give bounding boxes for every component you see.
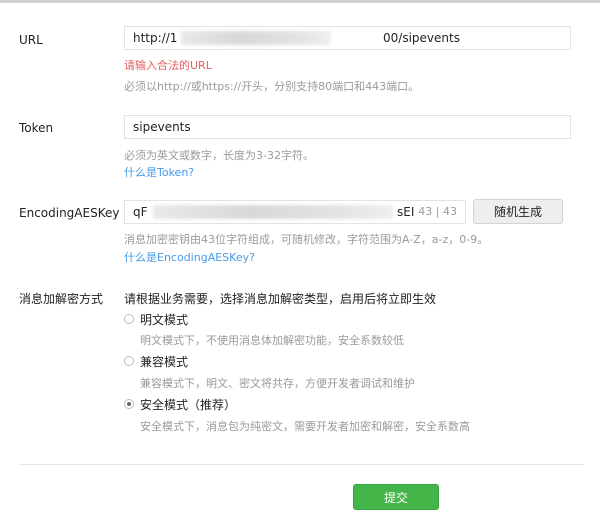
radio-secure-mode[interactable] <box>124 399 134 409</box>
encryption-mode-label: 消息加解密方式 <box>19 292 104 306</box>
redacted-region <box>153 205 393 219</box>
url-value-suffix: 00/sipevents <box>383 31 460 45</box>
option-plaintext-mode-desc: 明文模式下，不使用消息体加解密功能，安全系数较低 <box>140 334 404 347</box>
random-generate-button[interactable]: 随机生成 <box>473 199 563 224</box>
submit-button[interactable]: 提交 <box>353 484 439 510</box>
radio-compatible-mode[interactable] <box>124 356 134 366</box>
aes-key-input[interactable]: qF sEI 43 | 43 <box>124 200 466 224</box>
token-label: Token <box>19 121 54 135</box>
radio-plaintext-mode[interactable] <box>124 314 134 324</box>
aes-key-value-prefix: qF <box>133 205 148 219</box>
token-value: sipevents <box>133 120 191 134</box>
token-hint: 必须为英文或数字，长度为3-32字符。 <box>124 149 314 162</box>
url-hint: 必须以http://或https://开头，分别支持80端口和443端口。 <box>124 80 420 93</box>
aes-key-value-suffix: sEI <box>397 205 415 219</box>
option-compatible-mode-desc: 兼容模式下，明文、密文将共存，方便开发者调试和维护 <box>140 377 415 390</box>
redacted-region <box>181 31 331 45</box>
option-plaintext-mode-label[interactable]: 明文模式 <box>140 311 188 328</box>
token-input[interactable]: sipevents <box>124 115 571 139</box>
aes-key-label: EncodingAESKey <box>19 206 120 220</box>
url-label: URL <box>19 33 43 47</box>
url-error-message: 请输入合法的URL <box>124 59 212 72</box>
aes-key-counter: 43 | 43 <box>418 205 457 218</box>
option-compatible-mode-label[interactable]: 兼容模式 <box>140 353 188 370</box>
url-value-prefix: http://1 <box>133 31 178 45</box>
option-secure-mode-label[interactable]: 安全模式（推荐） <box>140 396 236 413</box>
aes-key-hint: 消息加密密钥由43位字符组成，可随机修改，字符范围为A-Z，a-z，0-9。 <box>124 233 489 246</box>
top-border <box>0 0 600 3</box>
token-help-link[interactable]: 什么是Token? <box>124 164 194 180</box>
encryption-intro: 请根据业务需要，选择消息加解密类型，启用后将立即生效 <box>124 292 437 306</box>
url-input[interactable]: http://1 00/sipevents <box>124 26 571 50</box>
option-secure-mode-desc: 安全模式下，消息包为纯密文，需要开发者加密和解密，安全系数高 <box>140 420 470 433</box>
divider <box>19 464 584 465</box>
aes-key-help-link[interactable]: 什么是EncodingAESKey? <box>124 249 255 265</box>
